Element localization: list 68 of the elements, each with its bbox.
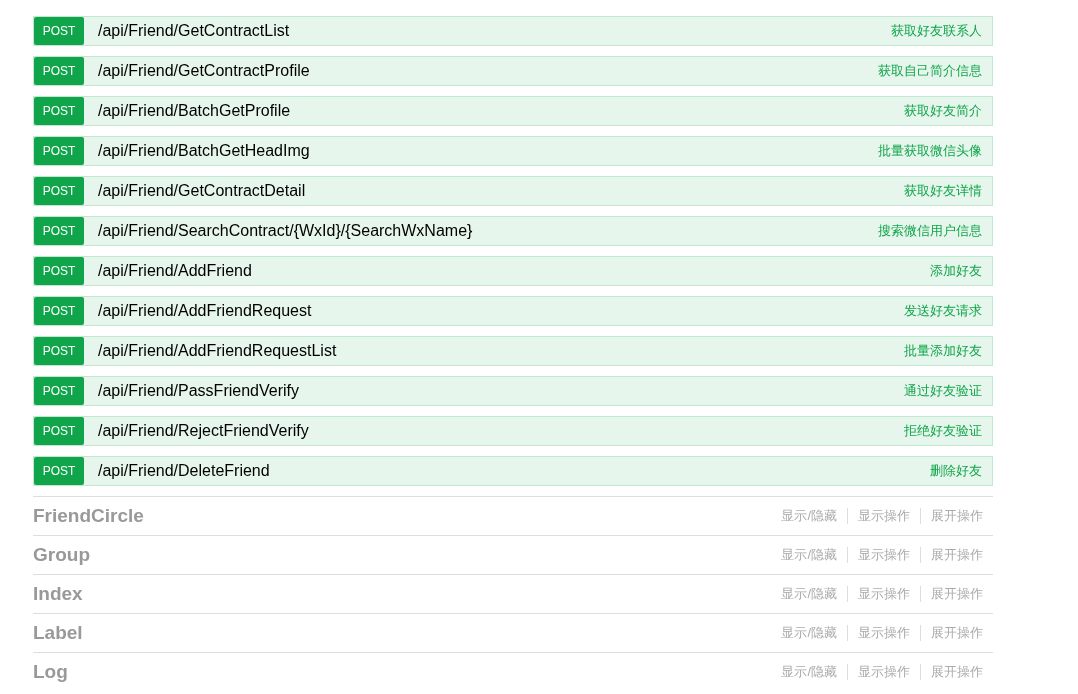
endpoint-path: /api/Friend/BatchGetProfile [98,101,291,121]
endpoint-summary: 通过好友验证 [904,382,982,401]
endpoint-row[interactable]: POST /api/Friend/BatchGetProfile 获取好友简介 [33,96,993,126]
endpoint-path: /api/Friend/PassFriendVerify [98,381,299,401]
section-action-link[interactable]: 展开操作 [931,545,983,565]
endpoint-path: /api/Friend/AddFriend [98,261,252,281]
method-badge: POST [34,57,84,85]
endpoint-summary: 拒绝好友验证 [904,422,982,441]
method-badge: POST [34,17,84,45]
section-heading[interactable]: Label [33,618,83,648]
section-action-link[interactable]: 显示/隐藏 [781,662,837,682]
section-heading[interactable]: FriendCircle [33,501,144,531]
endpoint-path: /api/Friend/AddFriendRequest [98,301,312,321]
endpoint-summary: 删除好友 [930,462,982,481]
endpoint-row[interactable]: POST /api/Friend/GetContractList 获取好友联系人 [33,16,993,46]
section-action-link[interactable]: 显示/隐藏 [781,506,837,526]
section-action-link[interactable]: 展开操作 [931,662,983,682]
method-badge: POST [34,417,84,445]
section-heading[interactable]: Group [33,540,90,570]
endpoint-row[interactable]: POST /api/Friend/GetContractProfile 获取自己简介信息 [33,56,993,86]
method-badge: POST [34,217,84,245]
endpoint-row[interactable]: POST /api/Friend/SearchContract/{WxId}/{SearchWxName} 搜索微信用户信息 [33,216,993,246]
endpoint-path: /api/Friend/GetContractProfile [98,61,310,81]
method-badge: POST [34,377,84,405]
endpoint-summary: 获取好友详情 [904,182,982,201]
method-badge: POST [34,337,84,365]
endpoint-summary: 搜索微信用户信息 [878,222,982,241]
section-heading[interactable]: Index [33,579,83,609]
endpoint-summary: 批量获取微信头像 [878,142,982,161]
section-action-link[interactable]: 显示/隐藏 [781,584,837,604]
endpoint-summary: 批量添加好友 [904,342,982,361]
section-action-link[interactable]: 展开操作 [931,623,983,643]
method-badge: POST [34,297,84,325]
endpoint-row[interactable]: POST /api/Friend/PassFriendVerify 通过好友验证 [33,376,993,406]
endpoint-row[interactable]: POST /api/Friend/AddFriendRequestList 批量添加好友 [33,336,993,366]
endpoint-path: /api/Friend/BatchGetHeadImg [98,141,310,161]
method-badge: POST [34,97,84,125]
endpoint-path: /api/Friend/GetContractDetail [98,181,306,201]
endpoint-row[interactable]: POST /api/Friend/AddFriend 添加好友 [33,256,993,286]
endpoint-row[interactable]: POST /api/Friend/BatchGetHeadImg 批量获取微信头像 [33,136,993,166]
endpoint-path: /api/Friend/SearchContract/{WxId}/{SearchWxName} [98,221,473,241]
method-badge: POST [34,137,84,165]
section-action-link[interactable]: 展开操作 [931,506,983,526]
section-action-link[interactable]: 展开操作 [931,584,983,604]
endpoint-row[interactable]: POST /api/Friend/RejectFriendVerify 拒绝好友验证 [33,416,993,446]
section-action-link[interactable]: 显示操作 [858,662,910,682]
endpoint-path: /api/Friend/DeleteFriend [98,461,270,481]
section-action-link[interactable]: 显示操作 [858,584,910,604]
endpoint-row[interactable]: POST /api/Friend/AddFriendRequest 发送好友请求 [33,296,993,326]
section-action-link[interactable]: 显示操作 [858,506,910,526]
method-badge: POST [34,177,84,205]
section-action-link[interactable]: 显示/隐藏 [781,545,837,565]
endpoint-summary: 获取好友简介 [904,102,982,121]
section-action-link[interactable]: 显示操作 [858,623,910,643]
section-action-link[interactable]: 显示操作 [858,545,910,565]
endpoint-summary: 获取自己简介信息 [878,62,982,81]
method-badge: POST [34,257,84,285]
section-action-link[interactable]: 显示/隐藏 [781,623,837,643]
section-heading[interactable]: Log [33,657,68,687]
method-badge: POST [34,457,84,485]
endpoint-row[interactable]: POST /api/Friend/DeleteFriend 删除好友 [33,456,993,486]
endpoint-summary: 添加好友 [930,262,982,281]
endpoint-path: /api/Friend/RejectFriendVerify [98,421,309,441]
endpoint-summary: 发送好友请求 [904,302,982,321]
endpoint-summary: 获取好友联系人 [891,22,982,41]
endpoint-path: /api/Friend/GetContractList [98,21,290,41]
endpoint-row[interactable]: POST /api/Friend/GetContractDetail 获取好友详情 [33,176,993,206]
endpoint-path: /api/Friend/AddFriendRequestList [98,341,337,361]
